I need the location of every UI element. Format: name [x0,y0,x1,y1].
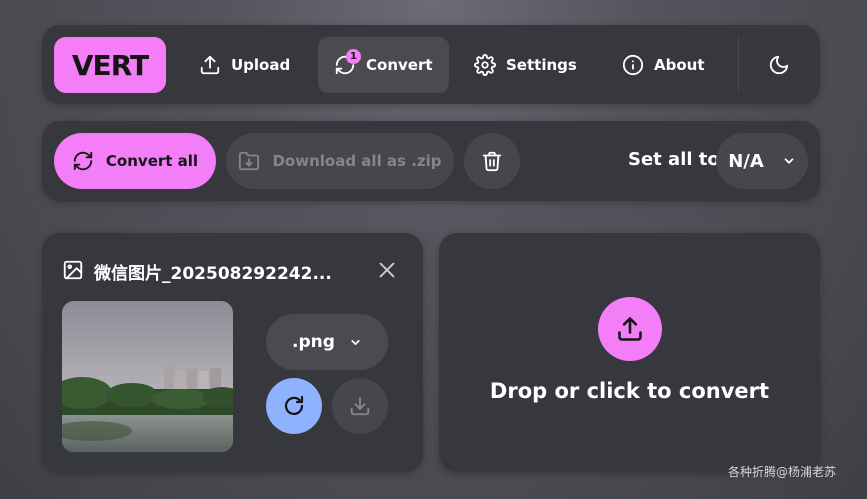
set-all-value: N/A [728,150,764,172]
nav-upload[interactable]: Upload [199,37,290,93]
moon-icon [769,55,789,75]
vert-logo[interactable]: VERT [54,37,166,93]
output-format-value: .png [292,332,335,352]
chevron-down-icon [351,339,360,345]
gear-icon [474,54,496,76]
file-name: 微信图片_202508292242... [94,264,332,284]
file-card: 微信图片_202508292242... .png [42,233,423,472]
refresh-icon [284,395,304,415]
download-file-button[interactable] [332,378,388,434]
close-icon[interactable] [376,259,398,281]
watermark: 各种折腾@杨浦老苏 [728,465,837,479]
upload-circle[interactable] [598,297,662,361]
nav-about-label: About [654,56,705,74]
convert-all-label: Convert all [105,152,199,170]
chevron-down-icon [784,158,794,164]
nav-convert-label: Convert [366,56,433,74]
image-file-icon [63,260,83,280]
nav-about[interactable]: About [622,37,705,93]
nav-upload-label: Upload [231,56,291,74]
upload-icon [200,55,220,75]
output-format-select[interactable]: .png [266,314,388,370]
download-all-zip-button[interactable]: Download all as .zip [226,133,454,189]
nav-convert[interactable]: 1 Convert [318,37,449,93]
drop-zone-label: Drop or click to convert [489,379,770,403]
convert-file-button[interactable] [266,378,322,434]
convert-all-button[interactable]: Convert all [54,133,216,189]
nav-bar: VERT Upload 1 Convert Settings About [42,25,820,104]
nav-settings[interactable]: Settings [474,37,577,93]
delete-all-button[interactable] [464,133,520,189]
bulk-actions-toolbar: Convert all Download all as .zip Set all… [42,121,820,201]
drop-zone[interactable]: Drop or click to convert [439,233,820,472]
download-all-label: Download all as .zip [272,152,442,170]
theme-toggle-button[interactable] [768,37,790,93]
set-all-label: Set all to [628,149,720,170]
download-icon [350,396,370,416]
upload-icon [618,317,642,341]
nav-settings-label: Settings [506,56,577,74]
nav-divider [738,37,739,91]
refresh-icon [73,151,93,171]
convert-count-badge: 1 [346,49,361,64]
file-thumbnail [62,301,233,452]
info-icon [622,54,644,76]
set-all-format-select[interactable]: N/A [716,133,808,189]
folder-download-icon [239,151,260,171]
trash-icon [482,151,502,172]
